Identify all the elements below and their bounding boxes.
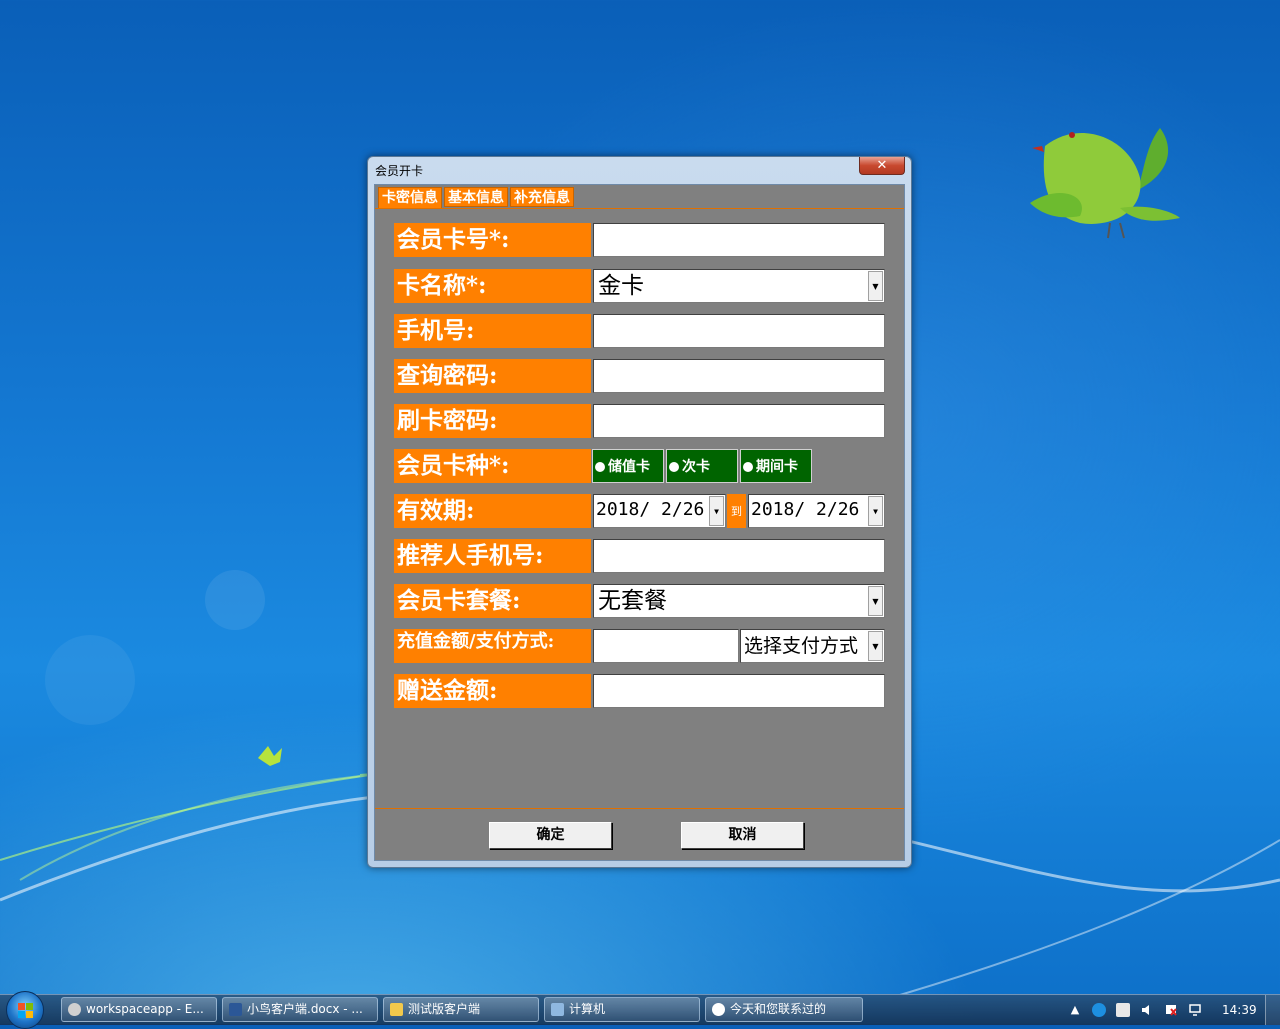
validity-to-label: 到 — [727, 494, 746, 528]
taskbar-item-workspaceapp[interactable]: workspaceapp - E... — [61, 997, 217, 1022]
display-tray-icon[interactable] — [1188, 1003, 1202, 1017]
tab-divider — [375, 208, 904, 209]
validity-to-picker[interactable]: 2018/ 2/26 ▼ — [748, 494, 885, 528]
payment-method-select[interactable]: 选择支付方式 ▼ — [740, 629, 885, 663]
package-value: 无套餐 — [598, 588, 667, 614]
taskbar-item-label: 计算机 — [569, 1002, 606, 1016]
dialog-client-area: 卡密信息 基本信息 补充信息 会员卡号*: 卡名称*: 金卡 ▼ 手机号: 查询… — [374, 184, 905, 861]
radio-dot-icon — [595, 462, 605, 472]
bluetooth-tray-icon[interactable] — [1092, 1003, 1106, 1017]
package-label: 会员卡套餐: — [394, 584, 591, 618]
validity-label: 有效期: — [394, 494, 591, 528]
confirm-button[interactable]: 确定 — [489, 822, 612, 849]
member-card-dialog: 会员开卡 ✕ 卡密信息 基本信息 补充信息 会员卡号*: 卡名称*: 金卡 ▼ … — [367, 156, 912, 868]
recharge-label: 充值金额/支付方式: — [394, 629, 591, 663]
qq-icon — [712, 1003, 725, 1016]
bird-wallpaper-icon — [1030, 128, 1180, 239]
validity-to-value: 2018/ 2/26 — [751, 499, 860, 520]
action-center-icon[interactable] — [1164, 1003, 1178, 1017]
taskbar-item-computer[interactable]: 计算机 — [544, 997, 700, 1022]
card-name-value: 金卡 — [598, 273, 644, 299]
cancel-button[interactable]: 取消 — [681, 822, 804, 849]
word-doc-icon — [229, 1003, 242, 1016]
package-dropdown-icon[interactable]: ▼ — [868, 586, 883, 616]
date-dropdown-icon[interactable]: ▼ — [868, 496, 883, 526]
swipe-password-label: 刷卡密码: — [394, 404, 591, 438]
network-tray-icon[interactable] — [1116, 1003, 1130, 1017]
referrer-phone-input[interactable] — [593, 539, 885, 573]
computer-icon — [551, 1003, 564, 1016]
package-select[interactable]: 无套餐 ▼ — [593, 584, 885, 618]
payment-dropdown-icon[interactable]: ▼ — [868, 631, 883, 661]
gift-amount-label: 赠送金额: — [394, 674, 591, 708]
taskbar: workspaceapp - E... 小鸟客户端.docx - ... 测试版… — [0, 991, 1280, 1029]
windows-flag-icon — [18, 1003, 33, 1018]
taskbar-item-qq[interactable]: 今天和您联系过的 — [705, 997, 863, 1022]
recharge-amount-input[interactable] — [593, 629, 739, 663]
tab-card-info[interactable]: 卡密信息 — [378, 187, 442, 209]
tray-expand-icon[interactable]: ▲ — [1068, 1003, 1082, 1017]
taskbar-item-label: 测试版客户端 — [408, 1002, 481, 1016]
card-number-label: 会员卡号*: — [394, 223, 591, 257]
start-button[interactable] — [6, 991, 44, 1029]
radio-dot-icon — [743, 462, 753, 472]
close-button[interactable]: ✕ — [859, 157, 905, 175]
card-number-input[interactable] — [593, 223, 885, 257]
tab-strip: 卡密信息 基本信息 补充信息 — [378, 187, 576, 209]
card-name-label: 卡名称*: — [394, 269, 591, 303]
footer-divider — [375, 808, 904, 809]
taskbar-clock[interactable]: 14:39 — [1222, 1003, 1257, 1017]
gear-icon — [68, 1003, 81, 1016]
card-name-dropdown-icon[interactable]: ▼ — [868, 271, 883, 301]
tab-extra-info[interactable]: 补充信息 — [510, 187, 574, 207]
swipe-password-input[interactable] — [593, 404, 885, 438]
radio-dot-icon — [669, 462, 679, 472]
date-dropdown-icon[interactable]: ▼ — [709, 496, 724, 526]
phone-label: 手机号: — [394, 314, 591, 348]
show-desktop-button[interactable] — [1265, 995, 1280, 1025]
radio-stored-value-label: 储值卡 — [608, 459, 650, 475]
payment-method-value: 选择支付方式 — [744, 635, 859, 657]
validity-from-value: 2018/ 2/26 — [596, 499, 705, 520]
card-name-select[interactable]: 金卡 ▼ — [593, 269, 885, 303]
query-password-label: 查询密码: — [394, 359, 591, 393]
volume-icon[interactable] — [1140, 1003, 1154, 1017]
taskbar-item-folder[interactable]: 测试版客户端 — [383, 997, 539, 1022]
taskbar-item-label: workspaceapp - E... — [86, 1002, 204, 1016]
radio-period-label: 期间卡 — [756, 459, 798, 475]
tab-basic-info[interactable]: 基本信息 — [444, 187, 508, 207]
referrer-phone-label: 推荐人手机号: — [394, 539, 591, 573]
taskbar-item-label: 今天和您联系过的 — [730, 1002, 827, 1016]
validity-from-picker[interactable]: 2018/ 2/26 ▼ — [593, 494, 726, 528]
taskbar-item-word-doc[interactable]: 小鸟客户端.docx - ... — [222, 997, 378, 1022]
query-password-input[interactable] — [593, 359, 885, 393]
radio-count-card[interactable]: 次卡 — [666, 449, 738, 483]
radio-count-label: 次卡 — [682, 459, 710, 475]
card-type-label: 会员卡种*: — [394, 449, 591, 483]
gift-amount-input[interactable] — [593, 674, 885, 708]
phone-input[interactable] — [593, 314, 885, 348]
folder-icon — [390, 1003, 403, 1016]
radio-period-card[interactable]: 期间卡 — [740, 449, 812, 483]
radio-stored-value-card[interactable]: 储值卡 — [592, 449, 664, 483]
dialog-title: 会员开卡 — [375, 164, 424, 178]
taskbar-item-label: 小鸟客户端.docx - ... — [247, 1002, 363, 1016]
